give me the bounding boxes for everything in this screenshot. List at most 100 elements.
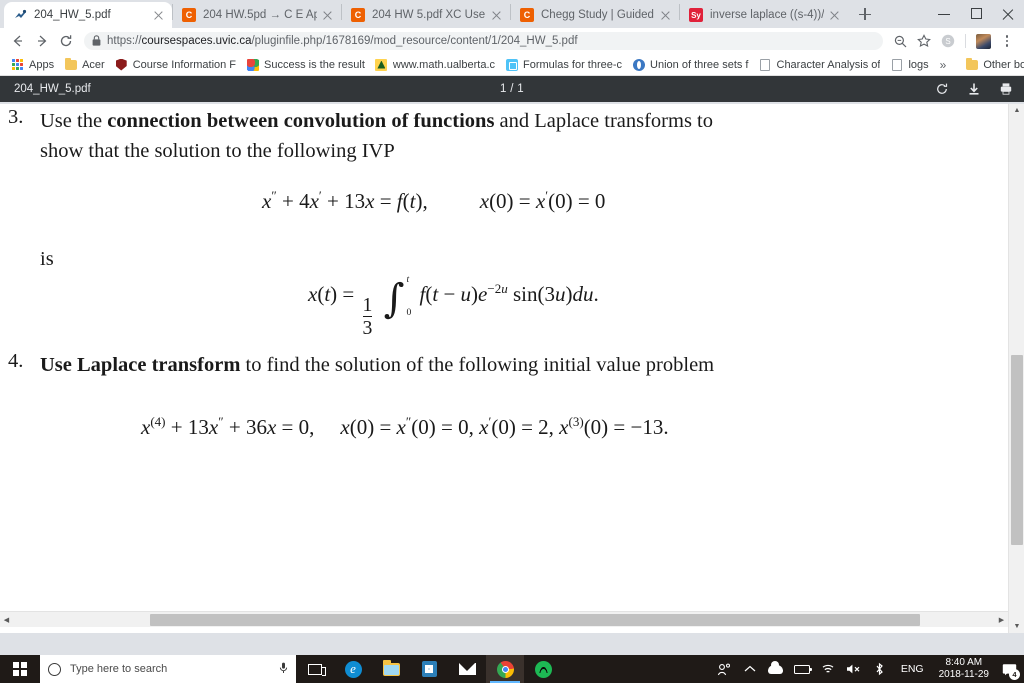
- clock[interactable]: 8:40 AM 2018-11-29: [932, 657, 996, 681]
- pinwheel-icon: [246, 58, 259, 71]
- pdf-page: 3. Use the connection between convolutio…: [0, 104, 1008, 683]
- horizontal-scroll-thumb[interactable]: [150, 614, 920, 626]
- spotify-button[interactable]: [524, 655, 562, 683]
- folder-icon: [965, 57, 978, 71]
- volume-muted-icon[interactable]: [841, 655, 867, 683]
- profile-avatar[interactable]: [972, 30, 994, 52]
- rotate-button[interactable]: [934, 81, 950, 97]
- notifications-button[interactable]: 4: [996, 655, 1022, 683]
- other-bookmarks-button[interactable]: Other bookmarks: [960, 55, 1024, 75]
- question-3-solution-equation: x(t) = 13 ∫ t 0 f(t − u)e−2u sin(3u)du.: [308, 274, 599, 339]
- chrome-button[interactable]: [486, 655, 524, 683]
- search-input[interactable]: Type here to search: [40, 655, 296, 683]
- vertical-scroll-thumb[interactable]: [1011, 355, 1023, 545]
- tab-1[interactable]: C 204 HW.5pd → C E Apps Acer: [173, 2, 341, 28]
- bookmark-math-ualberta[interactable]: www.math.ualberta.c: [370, 55, 500, 75]
- mail-button[interactable]: [448, 655, 486, 683]
- chrome-menu-icon[interactable]: [996, 30, 1018, 52]
- download-button[interactable]: [966, 81, 982, 97]
- tab-2-close-icon[interactable]: [490, 8, 504, 22]
- tab-0[interactable]: 204_HW_5.pdf: [4, 2, 172, 28]
- tab-2[interactable]: C 204 HW 5.pdf XC Use The Lapl: [342, 2, 510, 28]
- svg-text:S: S: [945, 37, 950, 46]
- q3-part2: and Laplace transforms to: [494, 110, 714, 132]
- bookmark-formulas[interactable]: Formulas for three-c: [500, 55, 627, 75]
- skype-icon[interactable]: S: [937, 30, 959, 52]
- tab-2-title: 204 HW 5.pdf XC Use The Lapl: [372, 9, 486, 21]
- reload-button[interactable]: [54, 29, 78, 53]
- battery-icon[interactable]: [789, 655, 815, 683]
- pdf-favicon-icon: [13, 8, 27, 22]
- bookmark-character-analysis[interactable]: Character Analysis of: [754, 55, 886, 75]
- tab-0-close-icon[interactable]: [152, 8, 166, 22]
- bookmarks-overflow-button[interactable]: »: [934, 58, 953, 72]
- tab-4[interactable]: Sy inverse laplace ((s-4))/(s(s-2)(s-: [680, 2, 848, 28]
- ualberta-icon: [375, 58, 388, 71]
- maximize-button[interactable]: [960, 0, 992, 28]
- q3-part1: Use the: [40, 110, 108, 132]
- scroll-left-arrow-icon[interactable]: ◀: [0, 612, 13, 628]
- pdf-filename: 204_HW_5.pdf: [14, 83, 91, 95]
- apps-grid-icon: [11, 58, 24, 71]
- scroll-down-arrow-icon[interactable]: ▼: [1009, 620, 1024, 633]
- language-indicator[interactable]: ENG: [893, 663, 932, 675]
- bookmark-label: Success is the result: [264, 58, 365, 71]
- toolbar-separator: [965, 34, 966, 48]
- bookmark-course-information[interactable]: Course Information F: [110, 55, 241, 75]
- bookmark-label: Formulas for three-c: [523, 58, 623, 71]
- file-explorer-button[interactable]: [372, 655, 410, 683]
- edge-button[interactable]: e: [334, 655, 372, 683]
- pdf-actions: [934, 81, 1014, 97]
- horizontal-scrollbar[interactable]: ◀ ▶: [0, 611, 1008, 627]
- people-icon[interactable]: [711, 655, 737, 683]
- browser-toolbar: https://coursespaces.uvic.ca/pluginfile.…: [0, 28, 1024, 54]
- document-icon: [890, 58, 903, 71]
- start-button[interactable]: [0, 655, 40, 683]
- task-view-button[interactable]: [296, 655, 334, 683]
- bookmark-star-icon[interactable]: [913, 30, 935, 52]
- new-tab-button[interactable]: [852, 1, 878, 27]
- scroll-right-arrow-icon[interactable]: ▶: [995, 612, 1008, 628]
- tab-3[interactable]: C Chegg Study | Guided Solution: [511, 2, 679, 28]
- store-icon: [421, 661, 437, 677]
- window-controls: [928, 0, 1024, 28]
- scroll-up-arrow-icon[interactable]: ▲: [1009, 104, 1024, 117]
- clock-date: 2018-11-29: [938, 669, 989, 680]
- microphone-icon[interactable]: [279, 662, 288, 677]
- question-3-line2: show that the solution to the following …: [40, 140, 395, 162]
- bookmark-apps[interactable]: Apps: [6, 55, 59, 75]
- vertical-scrollbar[interactable]: ▲ ▼: [1008, 104, 1024, 633]
- close-window-button[interactable]: [992, 0, 1024, 28]
- bookmark-label: Apps: [29, 58, 55, 71]
- url-path: /pluginfile.php/1678169/mod_resource/con…: [251, 35, 578, 47]
- zoom-icon[interactable]: [889, 30, 911, 52]
- q3-bold: connection between convolution of functi…: [107, 110, 495, 132]
- bookmark-label: Union of three sets f: [650, 58, 749, 71]
- bookmark-union-sets[interactable]: Union of three sets f: [627, 55, 753, 75]
- taskbar-apps: e: [296, 655, 562, 683]
- onedrive-icon[interactable]: [763, 655, 789, 683]
- bluetooth-icon[interactable]: [867, 655, 893, 683]
- tab-strip: 204_HW_5.pdf C 204 HW.5pd → C E Apps Ace…: [0, 0, 1024, 28]
- document-icon: [759, 58, 772, 71]
- other-bookmarks-label: Other bookmarks: [983, 58, 1024, 71]
- pdf-page-indicator: 1 / 1: [500, 83, 524, 95]
- tab-1-close-icon[interactable]: [321, 8, 335, 22]
- url-domain: coursespaces.uvic.ca: [141, 35, 252, 47]
- bookmark-logs[interactable]: logs: [885, 55, 933, 75]
- print-button[interactable]: [998, 81, 1014, 97]
- tab-4-close-icon[interactable]: [828, 8, 842, 22]
- microsoft-store-button[interactable]: [410, 655, 448, 683]
- wifi-icon[interactable]: [815, 655, 841, 683]
- minimize-button[interactable]: [928, 0, 960, 28]
- chegg-favicon-icon: C: [520, 8, 534, 22]
- address-bar[interactable]: https://coursespaces.uvic.ca/pluginfile.…: [84, 32, 883, 50]
- globe-icon: [632, 58, 645, 71]
- show-hidden-icons-chevron[interactable]: [737, 655, 763, 683]
- bookmark-success[interactable]: Success is the result: [241, 55, 370, 75]
- tab-3-close-icon[interactable]: [659, 8, 673, 22]
- bookmark-acer[interactable]: Acer: [59, 55, 110, 75]
- forward-button[interactable]: [30, 29, 54, 53]
- back-button[interactable]: [6, 29, 30, 53]
- url-prefix: https://: [107, 35, 142, 47]
